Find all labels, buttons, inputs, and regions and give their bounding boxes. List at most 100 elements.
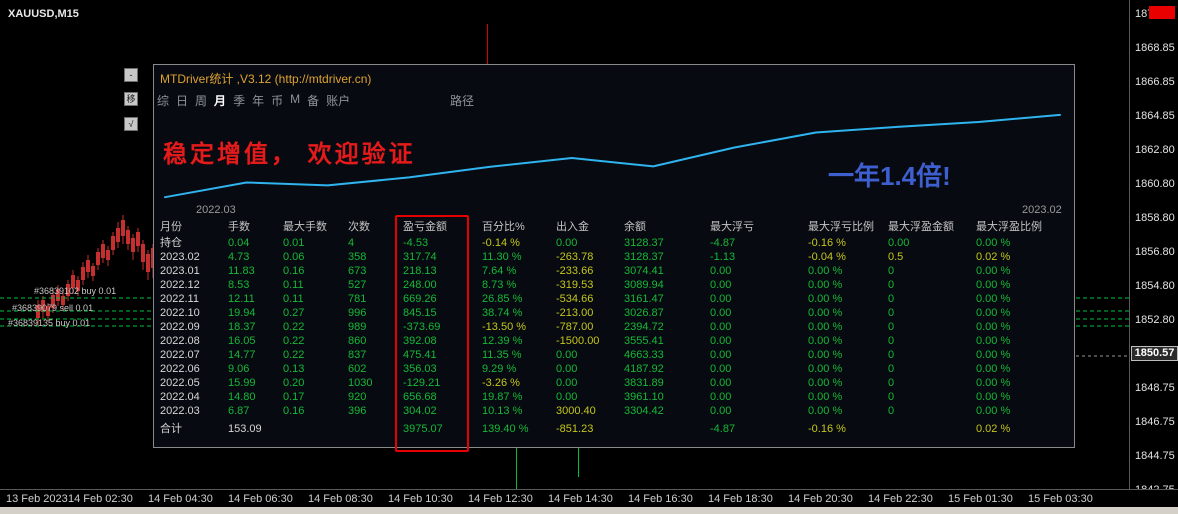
menu-item-币[interactable]: 币 — [271, 92, 283, 109]
table-cell: 0.04 — [228, 237, 250, 249]
time-tick: 13 Feb 2023 — [6, 493, 68, 505]
table-cell: 2022.09 — [160, 321, 200, 333]
table-cell: 0.02 % — [976, 251, 1011, 263]
table-cell: 3089.94 — [624, 279, 664, 291]
table-cell: 0.00 % — [808, 265, 843, 277]
time-tick: 15 Feb 01:30 — [948, 493, 1013, 505]
table-row: 2022.03 6.87 0.16 396 304.02 10.13 % 3000.40 33… — [160, 404, 1071, 418]
table-cell: 8.53 — [228, 279, 250, 291]
table-cell: 0.00 — [710, 363, 732, 375]
table-cell: 0.00 — [710, 391, 732, 403]
vertical-line — [578, 448, 579, 477]
table-cell: 0.00 % — [808, 405, 843, 417]
price-tick: 1860.80 — [1135, 178, 1175, 190]
table-cell: 0.00 % — [808, 307, 843, 319]
price-tick: 1854.80 — [1135, 280, 1175, 292]
menu-item-年[interactable]: 年 — [252, 92, 264, 109]
table-cell: 0.20 — [283, 377, 305, 389]
table-cell: 0.00 — [556, 391, 578, 403]
column-header: 百分比% — [482, 221, 525, 233]
table-cell: 0 — [888, 265, 895, 277]
table-row: 2022.08 16.05 0.22 860 392.08 12.39 % -1500.00… — [160, 334, 1071, 348]
table-cell: 18.37 — [228, 321, 256, 333]
table-cell — [283, 422, 348, 436]
order-label: #36839079 sell 0.01 — [12, 303, 94, 313]
menu-item-账户[interactable]: 账户 — [326, 92, 350, 109]
price-tick: 1864.85 — [1135, 110, 1175, 122]
table-cell: 3555.41 — [624, 335, 664, 347]
table-cell: 0.17 — [283, 391, 305, 403]
table-cell: 153.09 — [228, 423, 262, 435]
table-cell: 合计 — [160, 423, 182, 435]
table-cell: 0.00 % — [976, 405, 1011, 417]
table-cell: -0.16 % — [808, 423, 846, 435]
table-cell: 0.00 — [710, 377, 732, 389]
table-cell: 19.87 % — [482, 391, 523, 403]
vertical-line — [487, 24, 488, 64]
table-cell: 0.00 % — [976, 391, 1011, 403]
confirm-button[interactable]: √ — [124, 117, 138, 131]
table-cell: 0.00 % — [976, 279, 1011, 291]
table-row: 2023.01 11.83 0.16 673 218.13 7.64 % -233.66 30… — [160, 264, 1071, 278]
table-cell: 0 — [888, 363, 895, 375]
table-cell: 0.01 — [283, 237, 305, 249]
menu-item-path[interactable]: 路径 — [450, 92, 474, 109]
price-tick: 1844.75 — [1135, 450, 1175, 462]
alert-badge — [1149, 6, 1175, 19]
menu-item-季[interactable]: 季 — [233, 92, 245, 109]
time-tick: 14 Feb 12:30 — [468, 493, 533, 505]
trading-terminal: XAUUSD,M15 #36839102 buy 0.01 #36839079 s… — [0, 0, 1178, 514]
table-cell: 3831.89 — [624, 377, 664, 389]
price-tick: 1866.85 — [1135, 76, 1175, 88]
table-cell: 0.00 — [556, 377, 578, 389]
table-cell: 0.00 — [710, 265, 732, 277]
table-row: 2023.02 4.73 0.06 358 317.74 11.30 % -263.78 31… — [160, 250, 1071, 264]
menu-item-M[interactable]: M — [290, 92, 300, 109]
table-cell: 4187.92 — [624, 363, 664, 375]
table-cell: 0.00 — [556, 237, 578, 249]
table-cell: 2022.11 — [160, 293, 199, 305]
order-label: #36839102 buy 0.01 — [34, 286, 117, 296]
table-cell: 0.22 — [283, 349, 305, 361]
table-cell: -1.13 — [710, 251, 736, 263]
table-cell: 3961.10 — [624, 391, 664, 403]
table-row: 2022.11 12.11 0.11 781 669.26 26.85 % -534.66 3… — [160, 292, 1071, 306]
table-cell: 0.00 % — [976, 349, 1011, 361]
menu-item-月[interactable]: 月 — [214, 92, 226, 109]
table-cell: -787.00 — [556, 321, 594, 333]
price-tick: 1848.75 — [1135, 382, 1175, 394]
table-row: 持仓 0.04 0.01 4 -4.53 -0.14 % 0.00 3128.37 -4.87-… — [160, 236, 1071, 250]
table-cell: 3074.41 — [624, 265, 664, 277]
current-price-badge: 1850.57 — [1131, 346, 1178, 361]
minimize-button[interactable]: - — [124, 68, 138, 82]
table-cell: 38.74 % — [482, 307, 523, 319]
table-cell: 持仓 — [160, 237, 182, 249]
table-cell: 0 — [888, 279, 895, 291]
menu-item-综[interactable]: 综 — [157, 92, 169, 109]
menu-item-备[interactable]: 备 — [307, 92, 319, 109]
table-cell: 2022.06 — [160, 363, 200, 375]
table-cell: 0.27 — [283, 307, 305, 319]
menu-item-日[interactable]: 日 — [176, 92, 188, 109]
table-cell: -0.16 % — [808, 237, 846, 249]
table-cell: 12.11 — [228, 293, 255, 305]
table-cell: -213.00 — [556, 307, 594, 319]
symbol-period-label: XAUUSD,M15 — [8, 8, 79, 20]
table-cell: 15.99 — [228, 377, 256, 389]
table-cell: 0.16 — [283, 265, 305, 277]
table-cell: 0.00 % — [976, 321, 1011, 333]
table-row: 2022.07 14.77 0.22 837 475.41 11.35 % 0.00 4663… — [160, 348, 1071, 362]
table-cell: -4.87 — [710, 423, 736, 435]
table-cell: 0.00 — [710, 279, 732, 291]
table-cell: 11.83 — [228, 265, 255, 277]
table-cell: 0.00 — [710, 335, 732, 347]
horizontal-scrollbar[interactable] — [0, 507, 1178, 514]
table-row: 2022.05 15.99 0.20 1030 -129.21 -3.26 % 0.00 38… — [160, 376, 1071, 390]
table-cell: 0 — [888, 335, 895, 347]
menu-item-周[interactable]: 周 — [195, 92, 207, 109]
time-tick: 14 Feb 20:30 — [788, 493, 853, 505]
table-cell: 0.00 % — [976, 237, 1011, 249]
table-cell: 139.40 % — [482, 423, 529, 435]
table-cell: 26.85 % — [482, 293, 523, 305]
move-button[interactable]: 移 — [124, 92, 138, 106]
